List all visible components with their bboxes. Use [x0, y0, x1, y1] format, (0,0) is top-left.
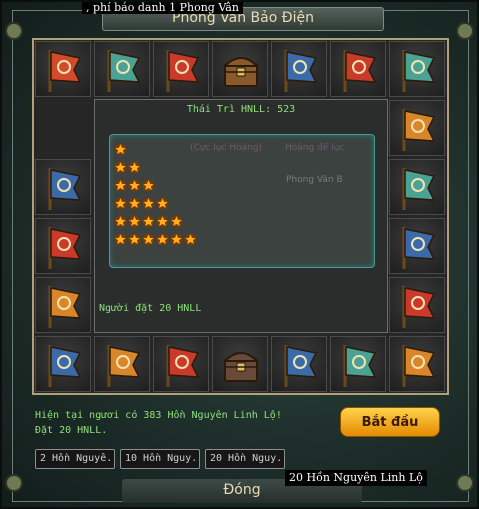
jackpot-label: Thái Trì HNLL: 523	[186, 104, 296, 115]
teal-flags-icon	[330, 336, 386, 392]
teal-flag-icon	[389, 41, 445, 97]
red-c-flags-icon	[330, 41, 386, 97]
red-c-flag-icon	[153, 41, 209, 97]
star-icon	[128, 215, 141, 228]
star-icon	[114, 215, 127, 228]
star-icon	[170, 233, 183, 246]
faded-label: Hoàng đế lục	[285, 143, 345, 153]
star-icon	[142, 197, 155, 210]
star-icon	[142, 233, 155, 246]
star-icon	[170, 215, 183, 228]
red-c-flag-icon	[35, 218, 91, 274]
star-icon	[156, 215, 169, 228]
star-icon	[184, 233, 197, 246]
tooltip-bottom: 20 Hồn Nguyên Linh Lộ	[285, 470, 427, 486]
corner-ornament-icon	[5, 474, 23, 492]
star-icon	[128, 179, 141, 192]
star-icon	[114, 233, 127, 246]
star-icon	[128, 233, 141, 246]
faded-label: (Cực lục Hoàng)	[190, 143, 263, 153]
star-row	[114, 159, 142, 174]
teal-flags-icon	[94, 41, 150, 97]
status-bet: Đặt 20 HNLL.	[35, 425, 108, 436]
star-icon	[128, 197, 141, 210]
star-icon	[142, 215, 155, 228]
star-row	[114, 213, 184, 228]
center-panel: Thái Trì HNLL: 523 (Cực lục Hoàng) Hoàng…	[94, 99, 388, 333]
star-row	[114, 141, 128, 156]
blue-flags-icon	[35, 159, 91, 215]
red-c-flag-icon	[153, 336, 209, 392]
orange-flags-icon	[389, 336, 445, 392]
red-dragon-flag-icon	[35, 41, 91, 97]
star-row	[114, 195, 170, 210]
status-currency: Hiện tại ngươi có 383 Hồn Nguyên Linh Lộ…	[35, 410, 282, 421]
treasure-chest-icon	[212, 336, 268, 392]
faded-label: Phong Vân B	[286, 175, 343, 185]
bet-option-2-button[interactable]: 2 Hồn Nguyê.	[35, 449, 115, 469]
orange-dragon-flag-icon	[35, 277, 91, 333]
red-c-flag-icon	[389, 277, 445, 333]
bet-option-10-button[interactable]: 10 Hồn Nguy.	[120, 449, 200, 469]
tooltip-top: , phí báo danh 1 Phong Vân	[82, 2, 243, 14]
star-icon	[142, 179, 155, 192]
star-icon	[114, 143, 127, 156]
blue-flag-icon	[35, 336, 91, 392]
corner-ornament-icon	[456, 22, 474, 40]
teal-flag-icon	[389, 159, 445, 215]
star-icon	[114, 197, 127, 210]
orange-flag-icon	[389, 100, 445, 156]
star-icon	[156, 197, 169, 210]
star-row	[114, 177, 156, 192]
corner-ornament-icon	[456, 474, 474, 492]
reward-table: (Cực lục Hoàng) Hoàng đế lục Phong Vân B	[109, 134, 375, 268]
start-button[interactable]: Bắt đầu	[340, 407, 440, 437]
blue-flag-icon	[271, 41, 327, 97]
blue-flag-icon	[389, 218, 445, 274]
blue-flags-icon	[271, 336, 327, 392]
star-icon	[128, 161, 141, 174]
star-icon	[114, 161, 127, 174]
orange-flags-icon	[94, 336, 150, 392]
bet-option-20-button[interactable]: 20 Hồn Nguy.	[205, 449, 285, 469]
bet-label: Người đặt 20 HNLL	[99, 303, 202, 314]
treasure-chest-icon	[212, 41, 268, 97]
star-icon	[156, 233, 169, 246]
corner-ornament-icon	[5, 22, 23, 40]
star-row	[114, 231, 198, 246]
star-icon	[114, 179, 127, 192]
game-window: Phong Vân Bảo Điện , phí báo danh 1 Phon…	[0, 0, 479, 509]
